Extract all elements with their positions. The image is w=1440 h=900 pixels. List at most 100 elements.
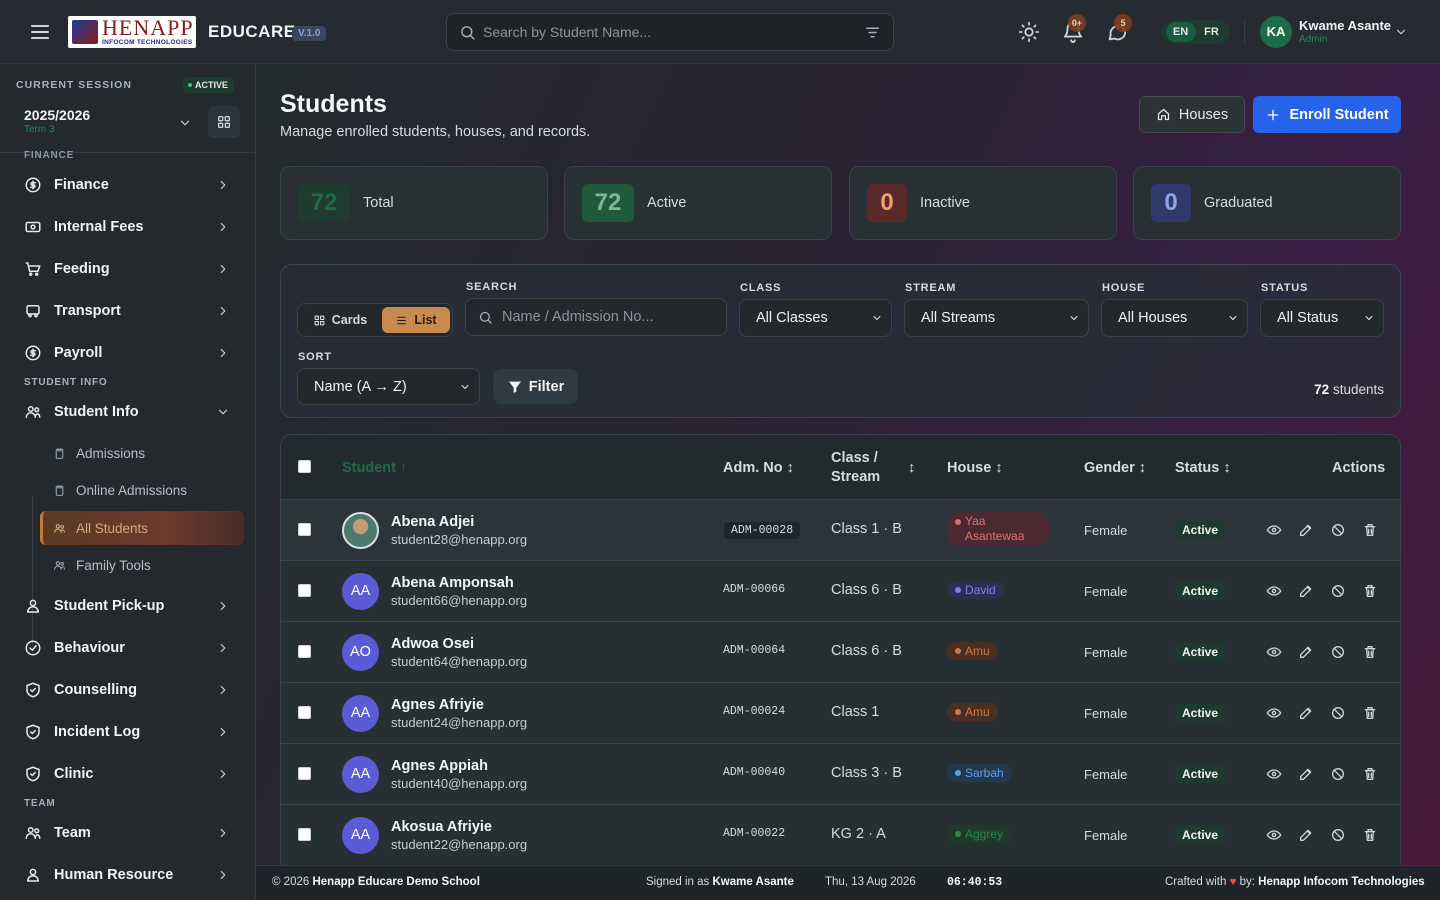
- sidebar-item-clinic[interactable]: Clinic: [16, 756, 240, 792]
- sort-select[interactable]: Name (A → Z): [297, 368, 480, 405]
- trash-icon[interactable]: [1362, 644, 1378, 660]
- th-stream[interactable]: Stream: [831, 469, 880, 485]
- sidebar-item-student-info[interactable]: Student Info: [16, 394, 240, 430]
- deactivate-icon[interactable]: [1330, 522, 1346, 538]
- row-checkbox[interactable]: [298, 767, 311, 780]
- student-name[interactable]: Abena Amponsah: [391, 575, 514, 591]
- sidebar-item-finance[interactable]: Finance: [16, 167, 240, 203]
- view-icon[interactable]: [1266, 827, 1282, 843]
- stream-select[interactable]: All Streams: [904, 299, 1089, 337]
- sidebar-item-team[interactable]: Team: [16, 815, 240, 851]
- trash-icon[interactable]: [1362, 705, 1378, 721]
- view-icon[interactable]: [1266, 583, 1282, 599]
- users-icon: [54, 523, 65, 533]
- global-search-input[interactable]: [483, 14, 853, 50]
- student-avatar: [342, 512, 379, 549]
- trash-icon[interactable]: [1362, 522, 1378, 538]
- chevron-down-icon[interactable]: [1394, 25, 1408, 39]
- row-checkbox[interactable]: [298, 706, 311, 719]
- stat-label: Graduated: [1204, 195, 1273, 211]
- edit-icon[interactable]: [1298, 522, 1314, 538]
- chevron-down-icon[interactable]: [178, 116, 192, 130]
- row-checkbox[interactable]: [298, 523, 311, 536]
- row-checkbox[interactable]: [298, 828, 311, 841]
- status-select[interactable]: All Status: [1260, 299, 1384, 337]
- lang-fr[interactable]: FR: [1197, 22, 1227, 42]
- user-avatar[interactable]: KA: [1260, 16, 1292, 48]
- sidebar-item-transport[interactable]: Transport: [16, 293, 240, 329]
- users-icon: [25, 827, 41, 839]
- th-status[interactable]: Status ↕: [1175, 460, 1231, 476]
- logo[interactable]: HENAPP INFOCOM TECHNOLOGIES: [68, 16, 196, 48]
- student-name[interactable]: Abena Adjei: [391, 514, 474, 530]
- class-select[interactable]: All Classes: [739, 299, 892, 337]
- th-gender[interactable]: Gender ↕: [1084, 460, 1146, 476]
- trash-icon[interactable]: [1362, 827, 1378, 843]
- sidebar-subitem-all-students[interactable]: All Students: [40, 511, 244, 545]
- edit-icon[interactable]: [1298, 644, 1314, 660]
- deactivate-icon[interactable]: [1330, 644, 1346, 660]
- sidebar-item-payroll[interactable]: Payroll: [16, 335, 240, 371]
- trash-icon[interactable]: [1362, 583, 1378, 599]
- lang-en[interactable]: EN: [1165, 22, 1196, 42]
- student-name[interactable]: Akosua Afriyie: [391, 819, 492, 835]
- heart-icon: ♥: [1229, 876, 1237, 888]
- table-row[interactable]: AA Agnes Appiah student40@henapp.org ADM-00…: [281, 744, 1400, 805]
- view-icon[interactable]: [1266, 644, 1282, 660]
- theme-sun-icon[interactable]: [1018, 21, 1040, 43]
- view-icon[interactable]: [1266, 766, 1282, 782]
- enroll-student-button[interactable]: Enroll Student: [1253, 96, 1401, 133]
- house-select[interactable]: All Houses: [1101, 299, 1248, 337]
- student-name[interactable]: Adwoa Osei: [391, 636, 474, 652]
- trash-icon[interactable]: [1362, 766, 1378, 782]
- row-checkbox[interactable]: [298, 645, 311, 658]
- grid-icon[interactable]: [208, 106, 240, 138]
- sidebar-subitem-family-tools[interactable]: Family Tools: [40, 548, 244, 582]
- student-name[interactable]: Agnes Afriyie: [391, 697, 484, 713]
- table-row[interactable]: AA Abena Amponsah student66@henapp.org ADM-…: [281, 561, 1400, 622]
- sidebar-item-feeding[interactable]: Feeding: [16, 251, 240, 287]
- th-class-sort[interactable]: ↕: [908, 460, 915, 476]
- th-student[interactable]: Student ↑: [342, 460, 407, 476]
- table-row[interactable]: Abena Adjei student28@henapp.org ADM-00028…: [281, 500, 1400, 561]
- sidebar-subitem-admissions[interactable]: Admissions: [40, 436, 244, 470]
- edit-icon[interactable]: [1298, 705, 1314, 721]
- session-year[interactable]: 2025/2026: [24, 107, 90, 123]
- deactivate-icon[interactable]: [1330, 583, 1346, 599]
- sidebar-item-human-resource[interactable]: Human Resource: [16, 857, 240, 893]
- sidebar-item-internal-fees[interactable]: Internal Fees: [16, 209, 240, 245]
- footer-signed-in: Signed in as Kwame Asante: [646, 876, 794, 888]
- table-row[interactable]: AA Akosua Afriyie student22@henapp.org ADM-…: [281, 805, 1400, 865]
- deactivate-icon[interactable]: [1330, 827, 1346, 843]
- table-row[interactable]: AA Agnes Afriyie student24@henapp.org ADM-0…: [281, 683, 1400, 744]
- edit-icon[interactable]: [1298, 766, 1314, 782]
- select-all-checkbox[interactable]: [298, 460, 311, 473]
- student-search-input[interactable]: [502, 299, 722, 335]
- filter-lines-icon[interactable]: [864, 24, 881, 41]
- th-house[interactable]: House ↕: [947, 460, 1003, 476]
- sidebar-item-behaviour[interactable]: Behaviour: [16, 630, 240, 666]
- view-cards-button[interactable]: Cards: [302, 307, 378, 333]
- student-name[interactable]: Agnes Appiah: [391, 758, 488, 774]
- view-list-button[interactable]: List: [382, 307, 450, 333]
- sidebar-subitem-online-admissions[interactable]: Online Admissions: [40, 473, 244, 507]
- user-name[interactable]: Kwame Asante: [1299, 18, 1391, 33]
- houses-button[interactable]: Houses: [1139, 96, 1245, 133]
- th-adm-no[interactable]: Adm. No ↕: [723, 460, 794, 476]
- filter-button[interactable]: Filter: [493, 369, 578, 404]
- sidebar-item-counselling[interactable]: Counselling: [16, 672, 240, 708]
- deactivate-icon[interactable]: [1330, 766, 1346, 782]
- menu-icon[interactable]: [28, 20, 52, 44]
- sidebar-item-student-pickup[interactable]: Student Pick-up: [16, 588, 240, 624]
- deactivate-icon[interactable]: [1330, 705, 1346, 721]
- sidebar-item-incident-log[interactable]: Incident Log: [16, 714, 240, 750]
- row-checkbox[interactable]: [298, 584, 311, 597]
- table-row[interactable]: AO Adwoa Osei student64@henapp.org ADM-0006…: [281, 622, 1400, 683]
- th-class[interactable]: Class /: [831, 450, 878, 466]
- house-dot: [955, 831, 961, 837]
- chevron-right-icon: [220, 870, 226, 880]
- edit-icon[interactable]: [1298, 827, 1314, 843]
- edit-icon[interactable]: [1298, 583, 1314, 599]
- view-icon[interactable]: [1266, 705, 1282, 721]
- view-icon[interactable]: [1266, 522, 1282, 538]
